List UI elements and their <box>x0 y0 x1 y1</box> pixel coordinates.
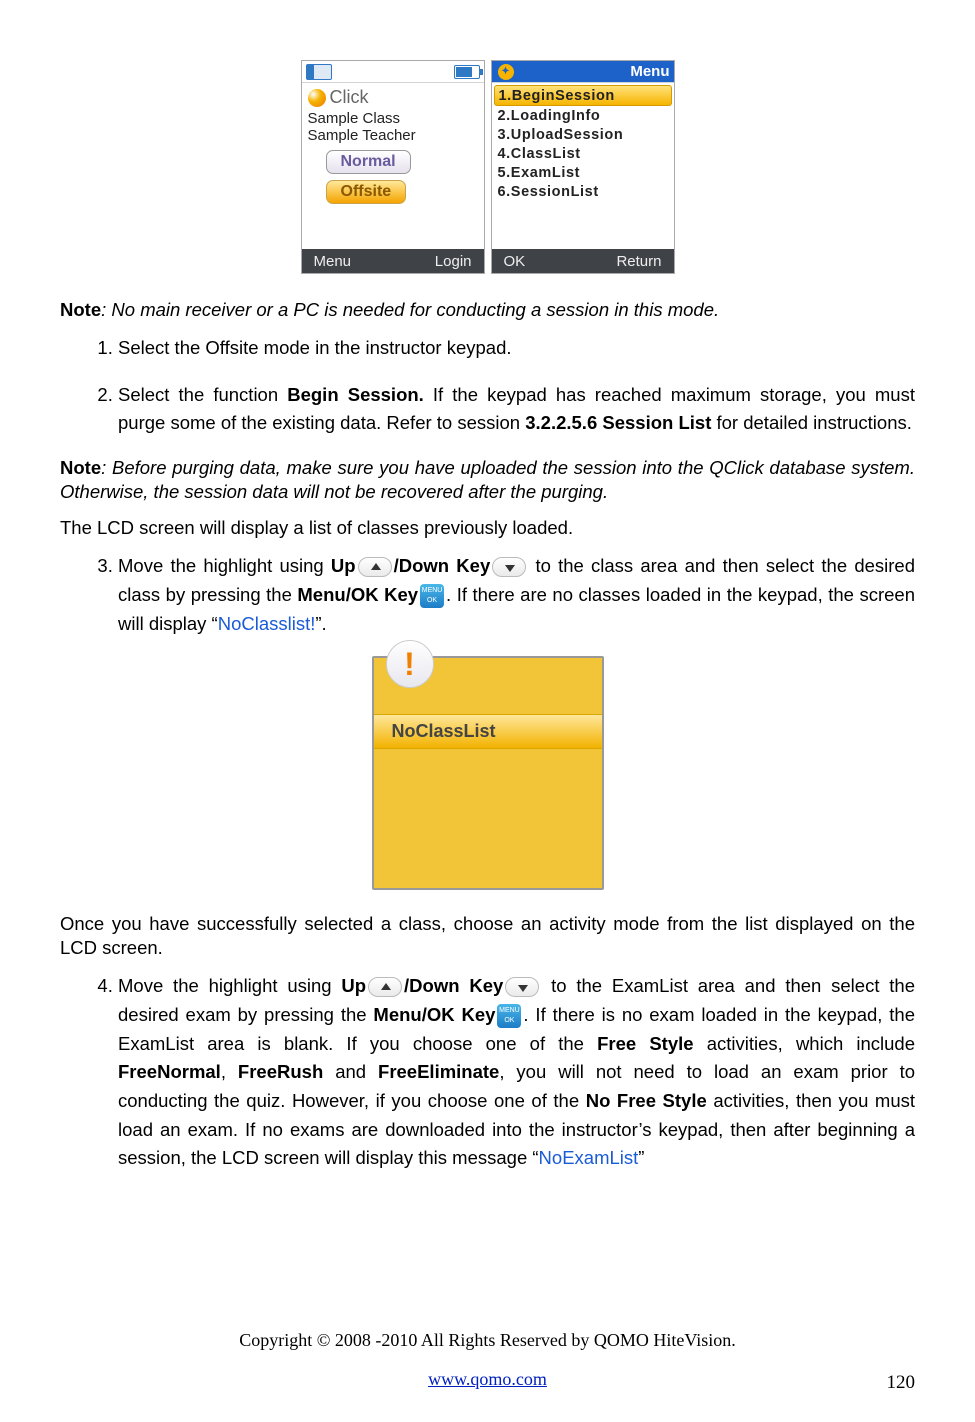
note-line-2: Note: Before purging data, make sure you… <box>60 456 915 504</box>
menu-item-class-list[interactable]: 4.ClassList <box>494 144 672 163</box>
step-2-text-a: Select the function <box>118 384 287 405</box>
note-label: Note <box>60 299 101 320</box>
softkey-ok[interactable]: OK <box>504 253 526 270</box>
step-3-up-label: Up <box>331 555 356 576</box>
step-4-free-style: Free Style <box>597 1033 693 1054</box>
menu-item-upload-session[interactable]: 3.UploadSession <box>494 125 672 144</box>
offsite-mode-button[interactable]: Offsite <box>326 180 407 204</box>
instruction-step-3: Move the highlight using Up/Down Key to … <box>118 552 915 638</box>
step-3-down-label: /Down Key <box>394 555 491 576</box>
instruction-step-4: Move the highlight using Up/Down Key to … <box>118 972 915 1173</box>
down-key-icon <box>505 977 539 997</box>
phone-menu-body: 1.BeginSession 2.LoadingInfo 3.UploadSes… <box>492 83 674 249</box>
noclasslist-screenshot-wrap: ! NoClassList <box>60 656 915 890</box>
softkey-menu[interactable]: Menu <box>314 253 352 270</box>
menu-title: Menu <box>630 63 669 80</box>
exclamation-icon: ! <box>404 646 415 683</box>
note-text: : Before purging data, make sure you hav… <box>60 457 915 502</box>
signal-icon <box>306 64 332 80</box>
phone-menu-titlebar: ✦ Menu <box>492 61 674 83</box>
phone-screenshots-row: Click Sample Class Sample Teacher Normal… <box>60 60 915 274</box>
instruction-list-cont: Move the highlight using Up/Down Key to … <box>62 552 915 638</box>
softkey-return[interactable]: Return <box>616 253 661 270</box>
page-footer: Copyright © 2008 -2010 All Rights Reserv… <box>60 1330 915 1390</box>
step-4-freeeliminate: FreeEliminate <box>378 1061 499 1082</box>
ok-key-ok-text: OK <box>427 597 437 604</box>
phone-softkeys: OK Return <box>492 249 674 273</box>
ok-key-ok-text: OK <box>504 1017 514 1024</box>
instruction-list: Select the Offsite mode in the instructo… <box>62 334 915 438</box>
battery-icon <box>454 65 480 79</box>
up-key-icon <box>368 977 402 997</box>
step-2-text-e: for detailed instructions. <box>711 412 912 433</box>
app-logo-icon <box>308 89 326 107</box>
step-3-text-d: ”. <box>315 613 326 634</box>
note-line-1: Note: No main receiver or a PC is needed… <box>60 298 915 322</box>
menu-title-icon: ✦ <box>498 64 514 80</box>
class-name-label: Sample Class <box>308 110 478 127</box>
step-4-freerush: FreeRush <box>238 1061 323 1082</box>
step-2-bold: Begin Session. <box>287 384 424 405</box>
step-4-text-a: Move the highlight using <box>118 975 341 996</box>
menu-item-begin-session[interactable]: 1.BeginSession <box>494 85 672 106</box>
step-4-freenormal: FreeNormal <box>118 1061 221 1082</box>
document-page: Click Sample Class Sample Teacher Normal… <box>0 0 975 1422</box>
teacher-name-label: Sample Teacher <box>308 127 478 144</box>
down-key-icon <box>492 557 526 577</box>
step-2-section-ref: 3.2.2.5.6 Session List <box>525 412 711 433</box>
menu-ok-key-icon: MENU OK <box>497 1004 521 1028</box>
paragraph-after-noclass: Once you have successfully selected a cl… <box>60 912 915 960</box>
step-4-noexamlist: NoExamList <box>539 1147 639 1168</box>
page-number: 120 <box>887 1372 916 1394</box>
menu-ok-key-icon: MENU OK <box>420 584 444 608</box>
noclasslist-screenshot: ! NoClassList <box>372 656 604 890</box>
step-4-and: and <box>323 1061 378 1082</box>
note-label: Note <box>60 457 101 478</box>
ok-key-menu-text: MENU <box>422 587 443 594</box>
step-4-down-label: /Down Key <box>404 975 503 996</box>
phone-softkeys: Menu Login <box>302 249 484 273</box>
step-3-noclasslist: NoClasslist! <box>218 613 316 634</box>
phone-screenshot-right: ✦ Menu 1.BeginSession 2.LoadingInfo 3.Up… <box>491 60 675 274</box>
phone-screenshot-left: Click Sample Class Sample Teacher Normal… <box>301 60 485 274</box>
instruction-list-cont2: Move the highlight using Up/Down Key to … <box>62 972 915 1173</box>
paragraph-classes-loaded: The LCD screen will display a list of cl… <box>60 516 915 540</box>
instruction-step-1: Select the Offsite mode in the instructo… <box>118 334 915 363</box>
step-4-text-d: activities, which include <box>694 1033 915 1054</box>
footer-url-link[interactable]: www.qomo.com <box>428 1369 547 1389</box>
step-4-no-free-style: No Free Style <box>586 1090 707 1111</box>
phone-body: Click Sample Class Sample Teacher Normal… <box>302 83 484 249</box>
step-1-text: Select the Offsite mode in the instructo… <box>118 337 512 358</box>
alert-bubble-icon: ! <box>386 640 434 688</box>
instruction-step-2: Select the function Begin Session. If th… <box>118 381 915 438</box>
menu-item-exam-list[interactable]: 5.ExamList <box>494 163 672 182</box>
step-4-comma: , <box>221 1061 238 1082</box>
step-3-text-a: Move the highlight using <box>118 555 331 576</box>
up-key-icon <box>358 557 392 577</box>
app-brand: Click <box>308 87 478 108</box>
phone-menu-list: 1.BeginSession 2.LoadingInfo 3.UploadSes… <box>494 85 672 201</box>
step-4-text-g: ” <box>638 1147 644 1168</box>
note-text: : No main receiver or a PC is needed for… <box>101 299 719 320</box>
copyright-text: Copyright © 2008 -2010 All Rights Reserv… <box>60 1330 915 1351</box>
menu-item-loading-info[interactable]: 2.LoadingInfo <box>494 106 672 125</box>
ok-key-menu-text: MENU <box>499 1007 520 1014</box>
app-brand-name: Click <box>330 87 369 108</box>
step-4-menuok-label: Menu/OK Key <box>373 1004 495 1025</box>
menu-item-session-list[interactable]: 6.SessionList <box>494 182 672 201</box>
normal-mode-button[interactable]: Normal <box>326 150 411 174</box>
noclasslist-title: NoClassList <box>374 714 602 749</box>
phone-status-bar <box>302 61 484 83</box>
step-4-up-label: Up <box>341 975 366 996</box>
softkey-login[interactable]: Login <box>435 253 472 270</box>
step-3-menuok-label: Menu/OK Key <box>297 584 418 605</box>
